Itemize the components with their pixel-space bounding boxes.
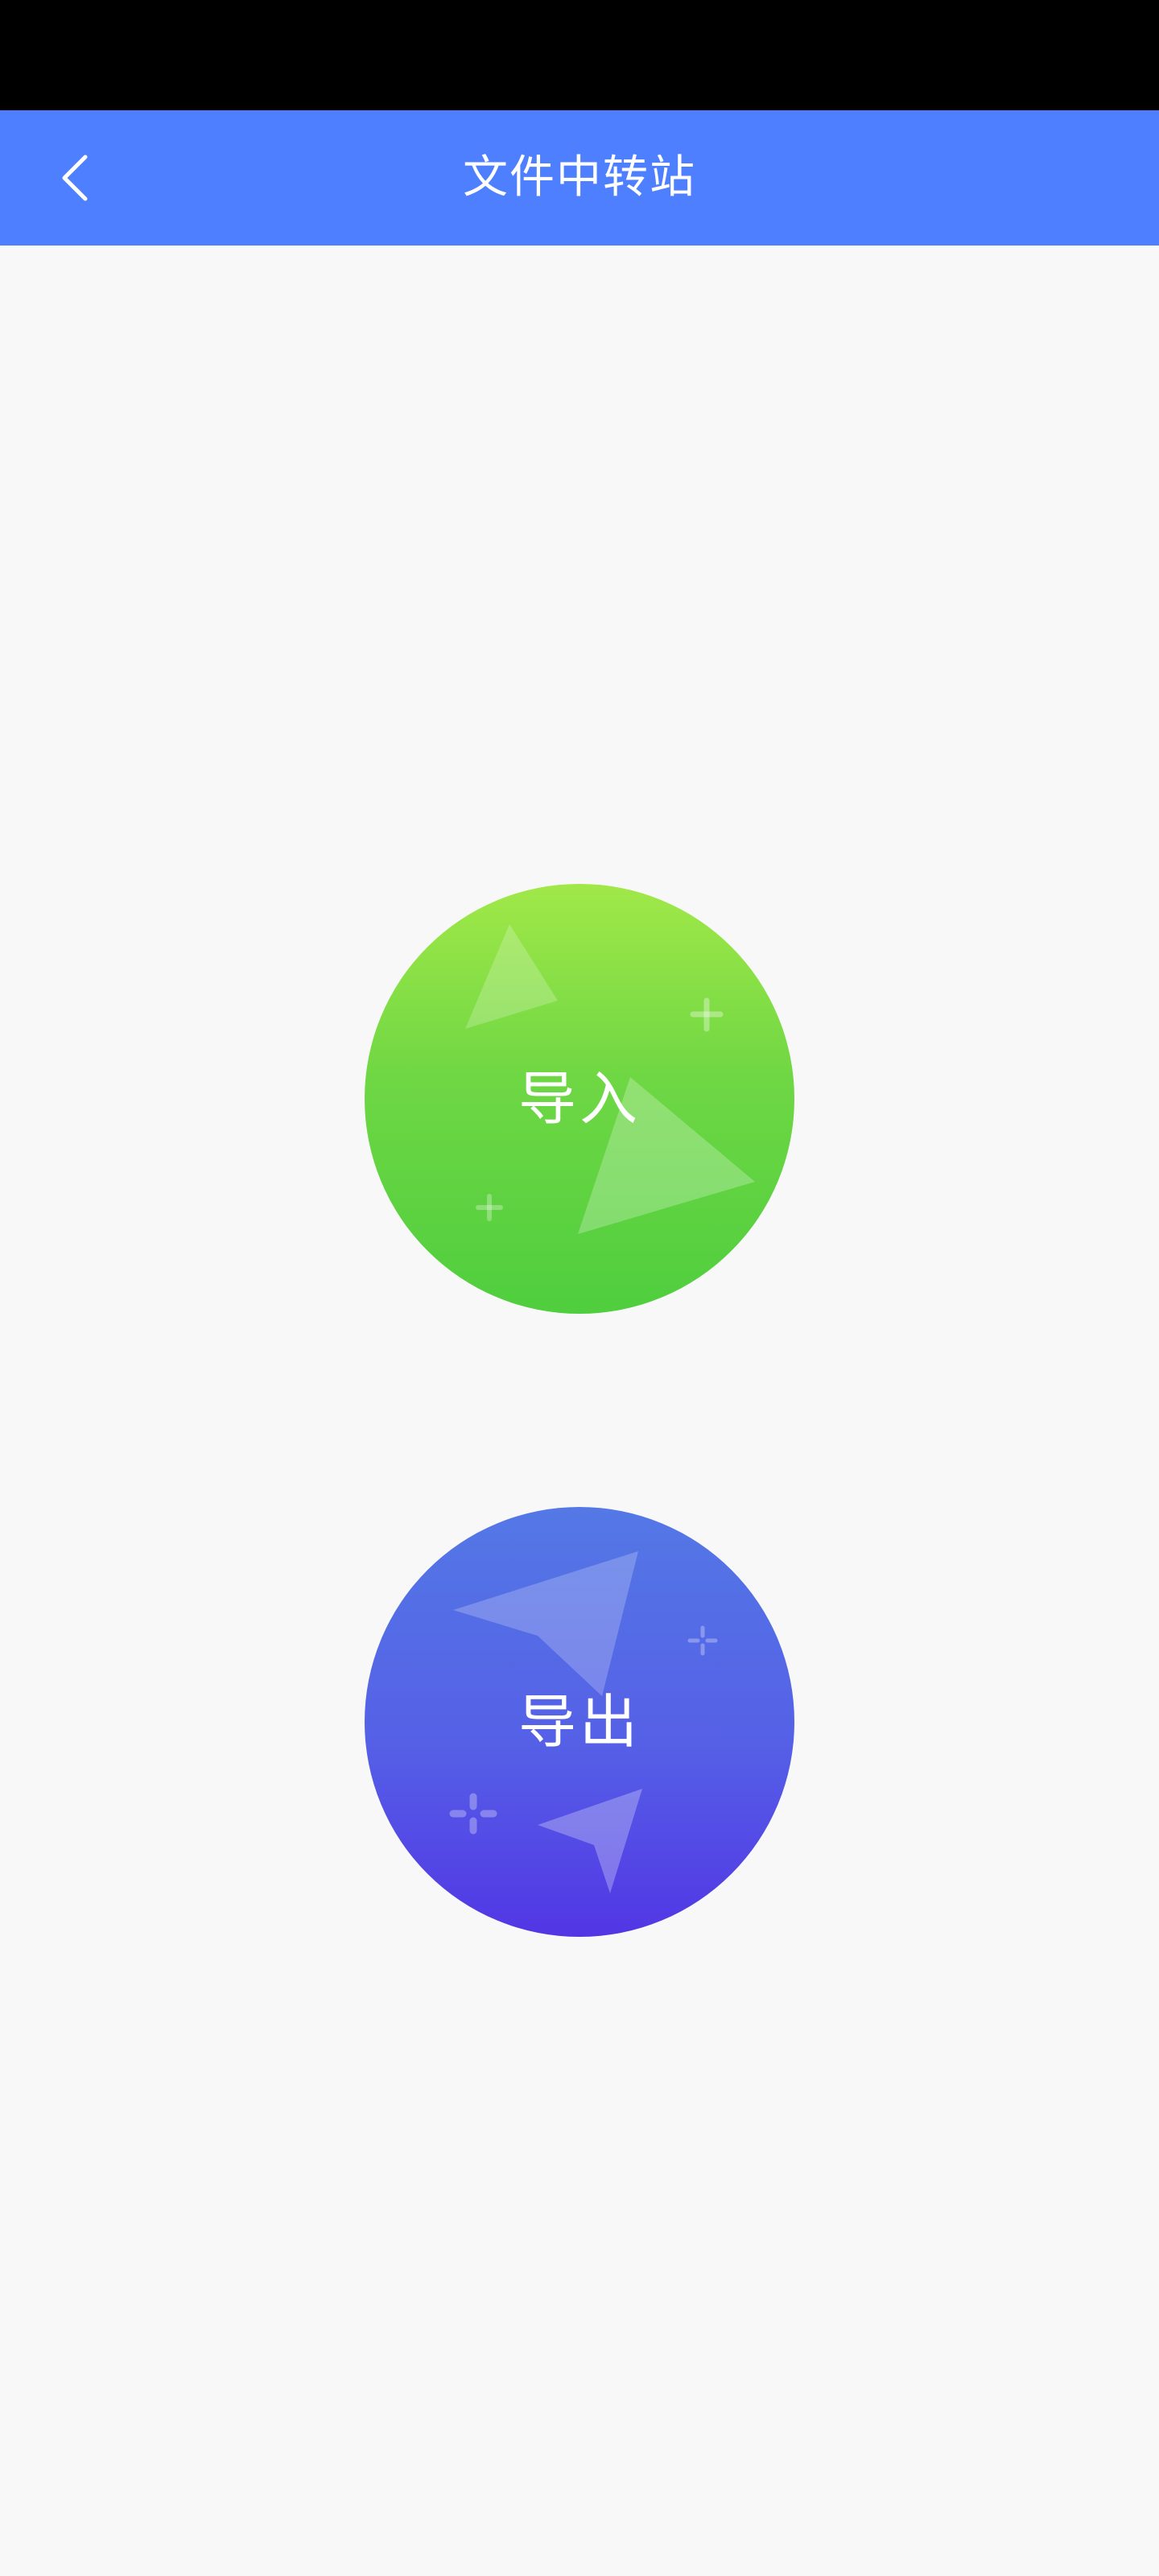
back-button[interactable]	[35, 138, 116, 218]
import-label: 导入	[518, 1065, 641, 1133]
status-bar	[0, 0, 1159, 110]
import-button[interactable]: 导入	[365, 884, 794, 1314]
export-label: 导出	[518, 1688, 641, 1756]
app-bar: 文件中转站	[0, 110, 1159, 246]
export-button[interactable]: 导出	[365, 1507, 794, 1937]
main-content: 导入 导出	[0, 246, 1159, 2576]
page-title: 文件中转站	[463, 151, 696, 204]
chevron-left-icon	[62, 155, 88, 201]
